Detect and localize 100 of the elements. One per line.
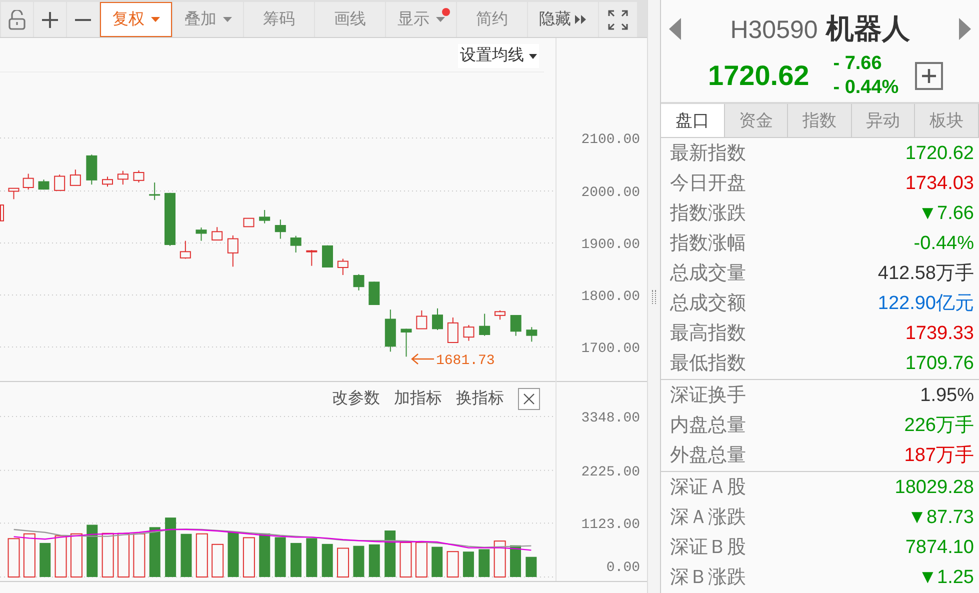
add-watchlist-button[interactable] [914,62,943,90]
field-label: 指数涨跌 [670,202,746,226]
volume-bar [86,524,98,577]
candlestick [290,235,302,253]
field-value: ▼1.25 [918,566,974,590]
volume-bar [384,530,396,577]
field-label: 深Ｂ涨跌 [670,566,746,590]
volume-bar [54,535,67,578]
fullscreen-icon [608,10,628,30]
indicator-action-link[interactable]: 换指标 [456,387,504,411]
zoom-out-button[interactable] [67,2,99,37]
toolbar-button[interactable]: 画线 [315,2,385,37]
field-label: 外盘总量 [670,444,746,468]
toolbar-button[interactable]: 叠加 [173,2,243,37]
volume-axis-label: 3348.00 [581,410,640,426]
volume-bar [70,533,82,578]
candlestick [447,317,458,343]
zoom-in-button[interactable] [34,2,66,37]
volume-bar [40,542,51,577]
candlestick [117,170,128,186]
unlock-button[interactable] [1,2,33,37]
candlestick [243,218,254,228]
caret-icon [222,17,232,22]
candlestick [416,310,428,330]
volume-bar [478,549,490,577]
last-price: 1720.62 [708,59,810,93]
candlestick [494,310,506,320]
previous-arrow-icon[interactable] [669,18,681,40]
candlestick [70,169,81,186]
toolbar-button[interactable]: 筹码 [244,2,314,37]
percent-change: - 0.44% [833,76,899,100]
plus-icon [41,10,59,28]
arrow-icon [411,353,435,365]
ma-setting-dropdown[interactable]: 设置均线 [458,44,539,68]
index-code: H30590 [730,15,818,46]
caret-icon [436,17,444,22]
field-label: 总成交额 [670,292,746,316]
field-value: 226万手 [904,414,974,438]
field-label: 深Ａ涨跌 [670,506,746,530]
fullscreen-button[interactable] [599,2,637,37]
field-label: 指数涨幅 [670,232,746,256]
field-value: ▼87.73 [908,506,974,530]
hide-button[interactable]: 隐藏 [528,2,598,37]
close-button[interactable] [518,388,540,410]
index-name: 机器人 [826,12,910,46]
candlestick [149,182,160,200]
volume-bar [432,546,443,577]
candlestick [38,179,50,190]
volume-bar [102,532,114,578]
candlestick [164,192,176,246]
indicator-action-link[interactable]: 改参数 [332,387,380,411]
field-value: 18029.28 [894,476,974,500]
panel-tab[interactable]: 指数 [788,104,852,137]
volume-bar [462,552,474,577]
volume-bar [322,544,333,577]
field-value: 412.58万手 [878,262,974,286]
field-label: 深证Ｂ股 [670,536,746,560]
minus-icon [74,18,92,22]
panel-tab[interactable]: 异动 [852,104,916,137]
panel-tab[interactable]: 资金 [724,104,788,137]
candlestick [180,240,191,260]
field-label: 内盘总量 [670,414,746,438]
field-value: 122.90亿元 [878,292,974,316]
volume-bar [228,531,239,577]
candlestick [22,173,34,190]
price-axis-label: 2000.00 [581,185,640,201]
volume-bar [368,544,380,577]
candlestick [196,227,207,242]
panel-tab[interactable]: 盘口 [661,104,725,137]
candlestick [479,313,490,336]
field-value: 1709.76 [905,352,974,376]
field-label: 深证换手 [670,384,746,408]
candlestick [274,219,286,240]
toolbar-button[interactable]: 复权 [100,2,172,37]
indicator-action-link[interactable]: 加指标 [394,387,442,411]
price-axis-label: 2100.00 [581,132,640,148]
volume-bar [446,551,459,578]
next-arrow-icon[interactable] [958,18,971,40]
volume-bar [165,518,176,577]
toolbar-button[interactable]: 简约 [457,2,527,37]
volume-bar [306,538,318,577]
volume-bar [337,548,350,578]
splitter-handle[interactable] [652,290,656,304]
candlestick [306,250,318,266]
field-value: 187万手 [904,444,974,468]
panel-tab[interactable]: 板块 [915,104,979,137]
price-change: - 7.66 [833,52,883,76]
volume-bar [274,537,286,577]
price-axis-label: 1800.00 [581,289,640,305]
toolbar-button[interactable]: 显示 [386,2,456,37]
low-price-label: 1681.73 [436,353,495,369]
candlestick [212,226,223,240]
volume-bar [242,537,255,578]
field-label: 最高指数 [670,322,746,346]
candlestick [259,210,270,224]
volume-bar [353,546,364,577]
volume-bar [494,540,506,578]
volume-axis-label: 0.00 [606,560,640,576]
field-label: 最低指数 [670,352,746,376]
volume-bar [290,542,302,577]
